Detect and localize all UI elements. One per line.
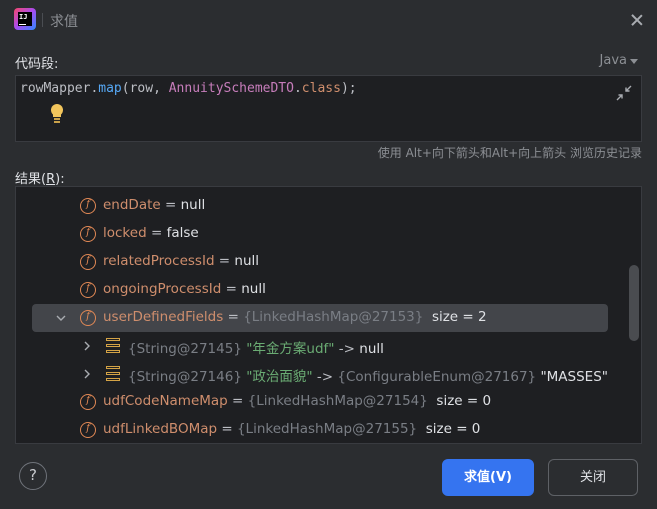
code-fragment-editor[interactable]: rowMapper.map(row, AnnuitySchemeDTO.clas…: [15, 75, 642, 142]
result-label: 结果(R):: [15, 172, 65, 187]
code-text[interactable]: rowMapper.map(row, AnnuitySchemeDTO.clas…: [20, 81, 357, 96]
tree-row[interactable]: f locked = false: [16, 220, 625, 248]
field-icon: f: [80, 394, 96, 410]
tree-row[interactable]: {String@27145} "年金方案udf" -> null: [16, 332, 625, 360]
dialog-title: 求值: [50, 14, 78, 30]
intellij-logo-icon: IJ: [14, 8, 36, 30]
title-bar: IJ 求值: [0, 0, 657, 40]
tree-row[interactable]: f ongoingProcessId = null: [16, 276, 625, 304]
collapse-icon[interactable]: [615, 84, 633, 102]
tree-row-selected[interactable]: f userDefinedFields = {LinkedHashMap@271…: [32, 304, 608, 332]
close-button[interactable]: 关闭: [548, 459, 638, 496]
map-entry-icon: [106, 338, 120, 354]
field-icon: f: [80, 422, 96, 438]
chevron-right-icon[interactable]: [82, 369, 92, 379]
tree-row[interactable]: {String@27146} "政治面貌" -> {ConfigurableEn…: [16, 360, 625, 388]
field-icon: f: [80, 310, 96, 326]
history-hint: 使用 Alt+向下箭头和Alt+向上箭头 浏览历史记录: [377, 146, 642, 160]
scrollbar-thumb[interactable]: [629, 265, 639, 341]
field-icon: f: [80, 254, 96, 270]
language-selector[interactable]: Java: [600, 53, 627, 68]
map-entry-icon: [106, 366, 120, 382]
chevron-right-icon[interactable]: [82, 341, 92, 351]
tree-row[interactable]: f udfCodeNameMap = {LinkedHashMap@27154}…: [16, 388, 625, 416]
field-icon: f: [80, 282, 96, 298]
title-separator: [42, 13, 43, 27]
evaluate-button[interactable]: 求值(V): [442, 459, 534, 496]
close-icon[interactable]: [627, 10, 647, 30]
chevron-down-icon[interactable]: [630, 59, 638, 64]
result-tree[interactable]: f endDate = null f locked = false f rela…: [15, 186, 642, 444]
help-button[interactable]: ?: [19, 462, 47, 490]
tree-row[interactable]: f udfLinkedBOMap = {LinkedHashMap@27155}…: [16, 416, 625, 443]
lightbulb-icon[interactable]: [50, 104, 64, 124]
tree-row[interactable]: f relatedProcessId = null: [16, 248, 625, 276]
tree-row[interactable]: f endDate = null: [16, 192, 625, 220]
chevron-down-icon[interactable]: [56, 313, 66, 323]
field-icon: f: [80, 226, 96, 242]
code-fragment-label: 代码段:: [15, 57, 59, 72]
field-icon: f: [80, 198, 96, 214]
